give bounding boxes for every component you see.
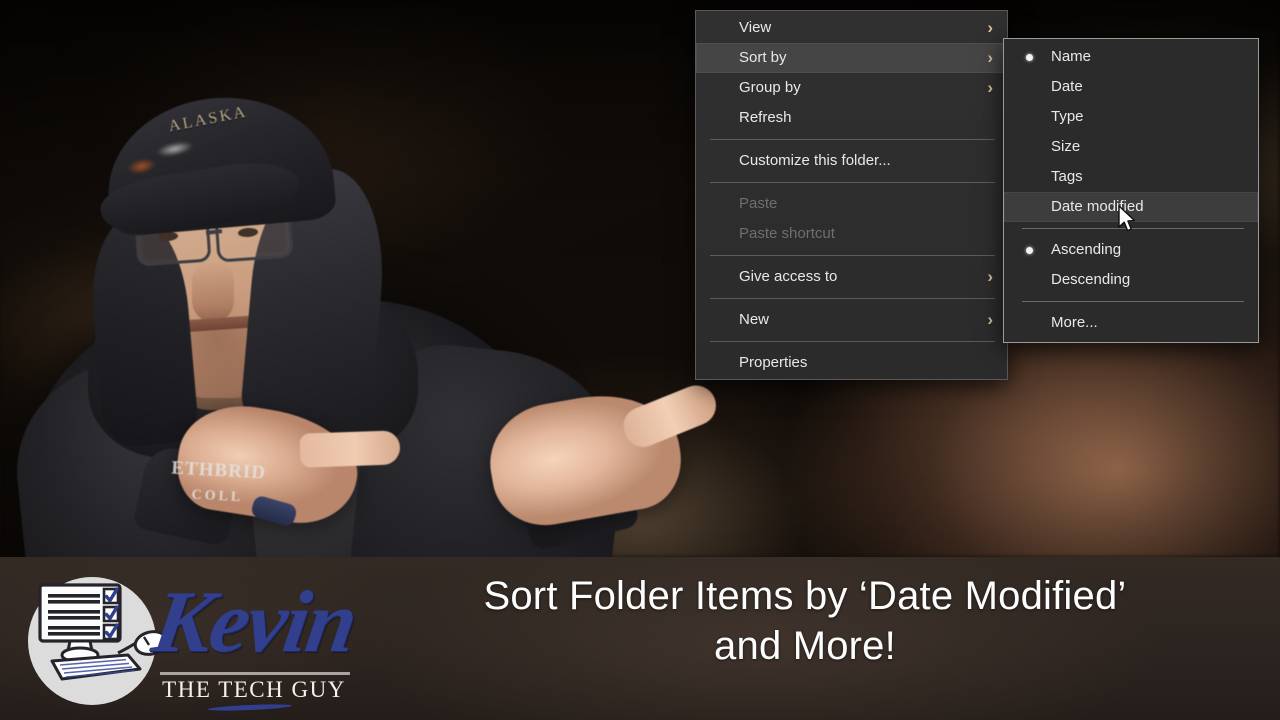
menu-item-label: Refresh bbox=[739, 109, 792, 126]
submenu-item-label: Name bbox=[1051, 48, 1092, 65]
banner-title-line1: Sort Folder Items by ‘Date Modified’ bbox=[483, 574, 1127, 618]
submenu-item-more[interactable]: More... bbox=[1004, 308, 1258, 338]
submenu-item-label: Type bbox=[1051, 108, 1084, 125]
video-frame: ALASKA ETHBRID COLL View › Sort by › Group b… bbox=[0, 0, 1280, 557]
menu-item-label: Give access to bbox=[739, 268, 838, 285]
submenu-item-label: Descending bbox=[1051, 271, 1131, 288]
menu-item-customize-this-folder[interactable]: Customize this folder... bbox=[696, 146, 1007, 176]
chevron-right-icon: › bbox=[987, 18, 993, 37]
menu-item-label: View bbox=[739, 19, 772, 36]
chevron-right-icon: › bbox=[987, 48, 993, 67]
menu-item-give-access-to[interactable]: Give access to › bbox=[696, 262, 1007, 292]
menu-separator bbox=[710, 298, 995, 299]
menu-item-paste-shortcut: Paste shortcut bbox=[696, 219, 1007, 249]
logo-tagline: THE TECH GUY bbox=[162, 677, 346, 702]
menu-separator bbox=[710, 139, 995, 140]
radio-selected-icon bbox=[1026, 54, 1033, 61]
radio-selected-icon bbox=[1026, 247, 1033, 254]
submenu-separator bbox=[1022, 301, 1244, 302]
menu-item-group-by[interactable]: Group by › bbox=[696, 73, 1007, 103]
menu-item-label: Paste bbox=[739, 195, 778, 212]
submenu-item-descending[interactable]: Descending bbox=[1004, 265, 1258, 295]
menu-item-label: Sort by bbox=[739, 49, 787, 66]
menu-item-properties[interactable]: Properties bbox=[696, 348, 1007, 378]
presenter-photo: ALASKA ETHBRID COLL bbox=[0, 0, 760, 557]
menu-separator bbox=[710, 341, 995, 342]
chevron-right-icon: › bbox=[987, 267, 993, 286]
mouse-cursor bbox=[1118, 205, 1138, 240]
logo-swoosh bbox=[207, 703, 293, 712]
menu-item-label: Customize this folder... bbox=[739, 152, 891, 169]
menu-item-view[interactable]: View › bbox=[696, 13, 1007, 43]
menu-item-paste: Paste bbox=[696, 189, 1007, 219]
presenter-fingers-left bbox=[299, 430, 401, 468]
menu-item-label: New bbox=[739, 311, 770, 328]
menu-item-refresh[interactable]: Refresh bbox=[696, 103, 1007, 133]
submenu-item-label: Ascending bbox=[1051, 241, 1122, 258]
lower-third-banner: Kevin THE TECH GUY Sort Folder Items by … bbox=[0, 557, 1280, 720]
submenu-item-type[interactable]: Type bbox=[1004, 102, 1258, 132]
presenter-nose bbox=[192, 262, 234, 322]
menu-item-sort-by[interactable]: Sort by › bbox=[696, 43, 1007, 73]
banner-title: Sort Folder Items by ‘Date Modified’ and… bbox=[350, 571, 1260, 671]
menu-item-label: Paste shortcut bbox=[739, 225, 835, 242]
shirt-text: ETHBRID COLL bbox=[147, 454, 290, 513]
chevron-right-icon: › bbox=[987, 78, 993, 97]
submenu-item-label: Tags bbox=[1051, 168, 1083, 185]
submenu-item-tags[interactable]: Tags bbox=[1004, 162, 1258, 192]
menu-item-label: Properties bbox=[739, 354, 808, 371]
menu-item-label: Group by bbox=[739, 79, 801, 96]
context-menu[interactable]: View › Sort by › Group by › Refresh Customize t… bbox=[695, 10, 1008, 380]
submenu-item-name[interactable]: Name bbox=[1004, 42, 1258, 72]
sort-by-submenu[interactable]: Name Date Type Size Tags Date modified Ascendi… bbox=[1003, 38, 1259, 343]
banner-title-line2: and More! bbox=[714, 624, 896, 668]
menu-separator bbox=[710, 255, 995, 256]
chevron-right-icon: › bbox=[987, 310, 993, 329]
logo-divider bbox=[160, 672, 350, 675]
logo-wordmark: Kevin bbox=[146, 574, 362, 671]
submenu-item-label: Date bbox=[1051, 78, 1083, 95]
submenu-item-label: Size bbox=[1051, 138, 1081, 155]
submenu-item-size[interactable]: Size bbox=[1004, 132, 1258, 162]
brand-logo: Kevin THE TECH GUY bbox=[18, 565, 362, 715]
menu-separator bbox=[710, 182, 995, 183]
menu-item-new[interactable]: New › bbox=[696, 305, 1007, 335]
submenu-item-date[interactable]: Date bbox=[1004, 72, 1258, 102]
submenu-item-label: More... bbox=[1051, 314, 1098, 331]
